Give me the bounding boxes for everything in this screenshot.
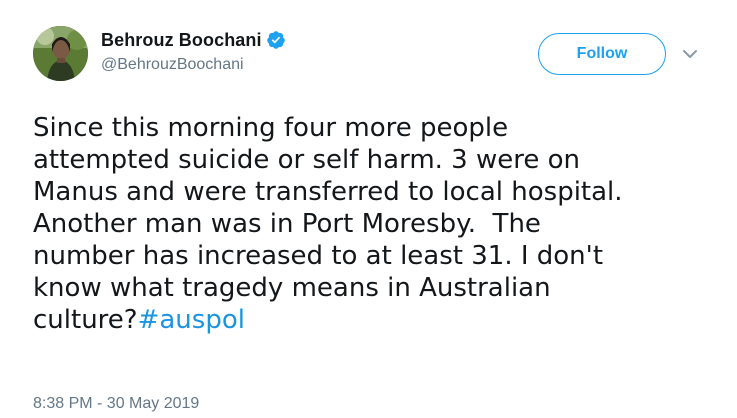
verified-badge-icon [266,30,286,50]
handle[interactable]: @BehrouzBoochani [101,56,286,74]
avatar[interactable] [33,26,88,81]
author-info: Behrouz Boochani @BehrouzBoochani [101,28,286,74]
display-name-row: Behrouz Boochani [101,28,286,52]
chevron-down-icon[interactable] [682,48,698,60]
tweet-card: Behrouz Boochani @BehrouzBoochani Follow… [0,0,737,418]
timestamp[interactable]: 8:38 PM - 30 May 2019 [33,395,199,413]
tweet-body: Since this morning four more people atte… [33,113,623,335]
display-name[interactable]: Behrouz Boochani [101,30,262,51]
follow-button[interactable]: Follow [538,33,666,75]
tweet-text: Since this morning four more people atte… [33,112,713,336]
profile-photo-icon [33,26,88,81]
hashtag-link[interactable]: #auspol [138,305,245,335]
